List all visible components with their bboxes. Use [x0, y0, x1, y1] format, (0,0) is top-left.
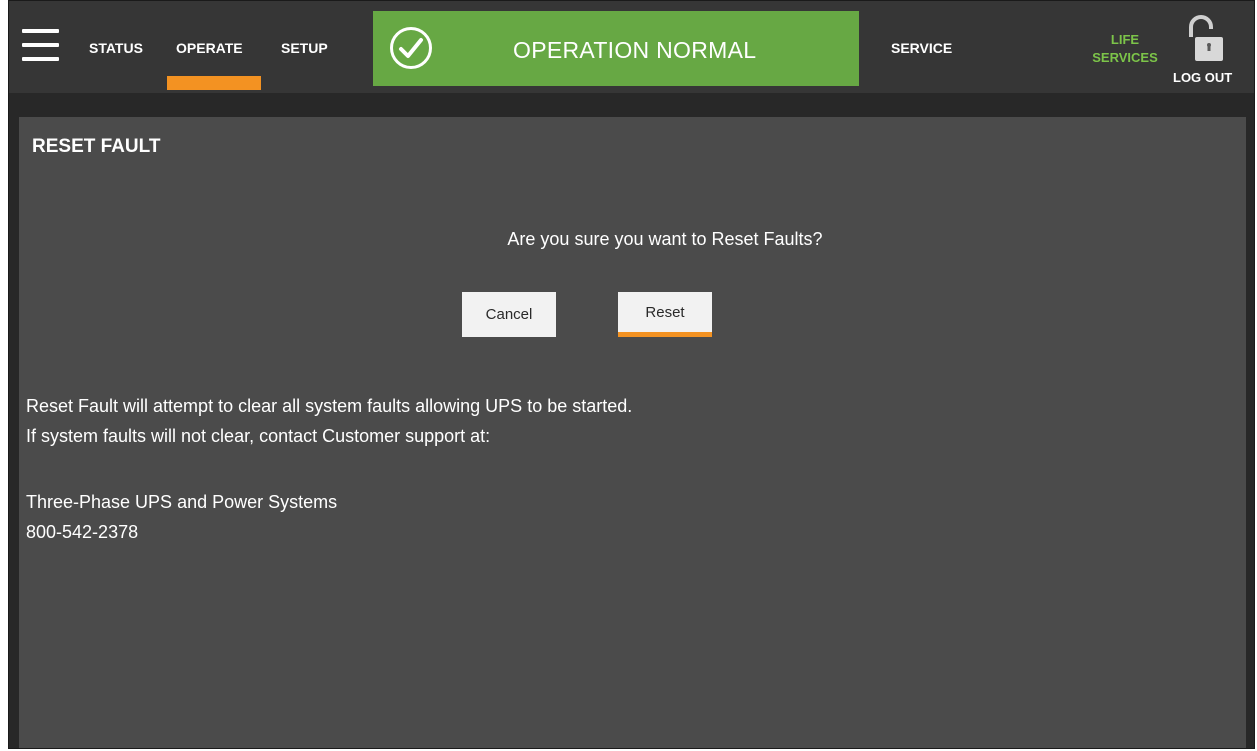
info-line-1: Reset Fault will attempt to clear all sy… [26, 396, 633, 416]
nav-tab-setup[interactable]: SETUP [281, 40, 328, 56]
reset-fault-panel: RESET FAULT Are you sure you want to Res… [19, 117, 1246, 748]
contact-name: Three-Phase UPS and Power Systems [26, 492, 338, 512]
reset-button[interactable]: Reset [618, 292, 712, 337]
cancel-button[interactable]: Cancel [462, 292, 556, 337]
nav-tab-operate[interactable]: OPERATE [176, 40, 243, 56]
operation-status-text: OPERATION NORMAL [513, 37, 757, 63]
nav-tab-status[interactable]: STATUS [89, 40, 143, 56]
checkmark-circle-icon [390, 27, 432, 69]
life-services-line2: SERVICES [1092, 50, 1158, 65]
operation-status-banner[interactable]: OPERATION NORMAL [373, 11, 859, 86]
support-contact: Three-Phase UPS and Power Systems 800-54… [26, 487, 337, 547]
top-navigation-bar: STATUS OPERATE SETUP OPERATION NORMAL SE… [9, 1, 1254, 93]
life-services-line1: LIFE [1110, 32, 1140, 47]
unlocked-padlock-icon[interactable] [1185, 15, 1225, 63]
reset-info-text: Reset Fault will attempt to clear all sy… [26, 391, 632, 451]
logout-label[interactable]: LOG OUT [1173, 70, 1232, 85]
panel-title: RESET FAULT [32, 136, 161, 157]
active-tab-indicator [167, 76, 261, 90]
confirmation-question: Are you sure you want to Reset Faults? [507, 229, 823, 249]
hamburger-menu-icon[interactable] [22, 29, 59, 63]
info-line-2: If system faults will not clear, contact… [26, 426, 491, 446]
app-window: STATUS OPERATE SETUP OPERATION NORMAL SE… [8, 0, 1255, 749]
contact-phone: 800-542-2378 [26, 522, 139, 542]
nav-tab-service[interactable]: SERVICE [891, 40, 952, 56]
life-services-link[interactable]: LIFE SERVICES [1079, 31, 1171, 67]
